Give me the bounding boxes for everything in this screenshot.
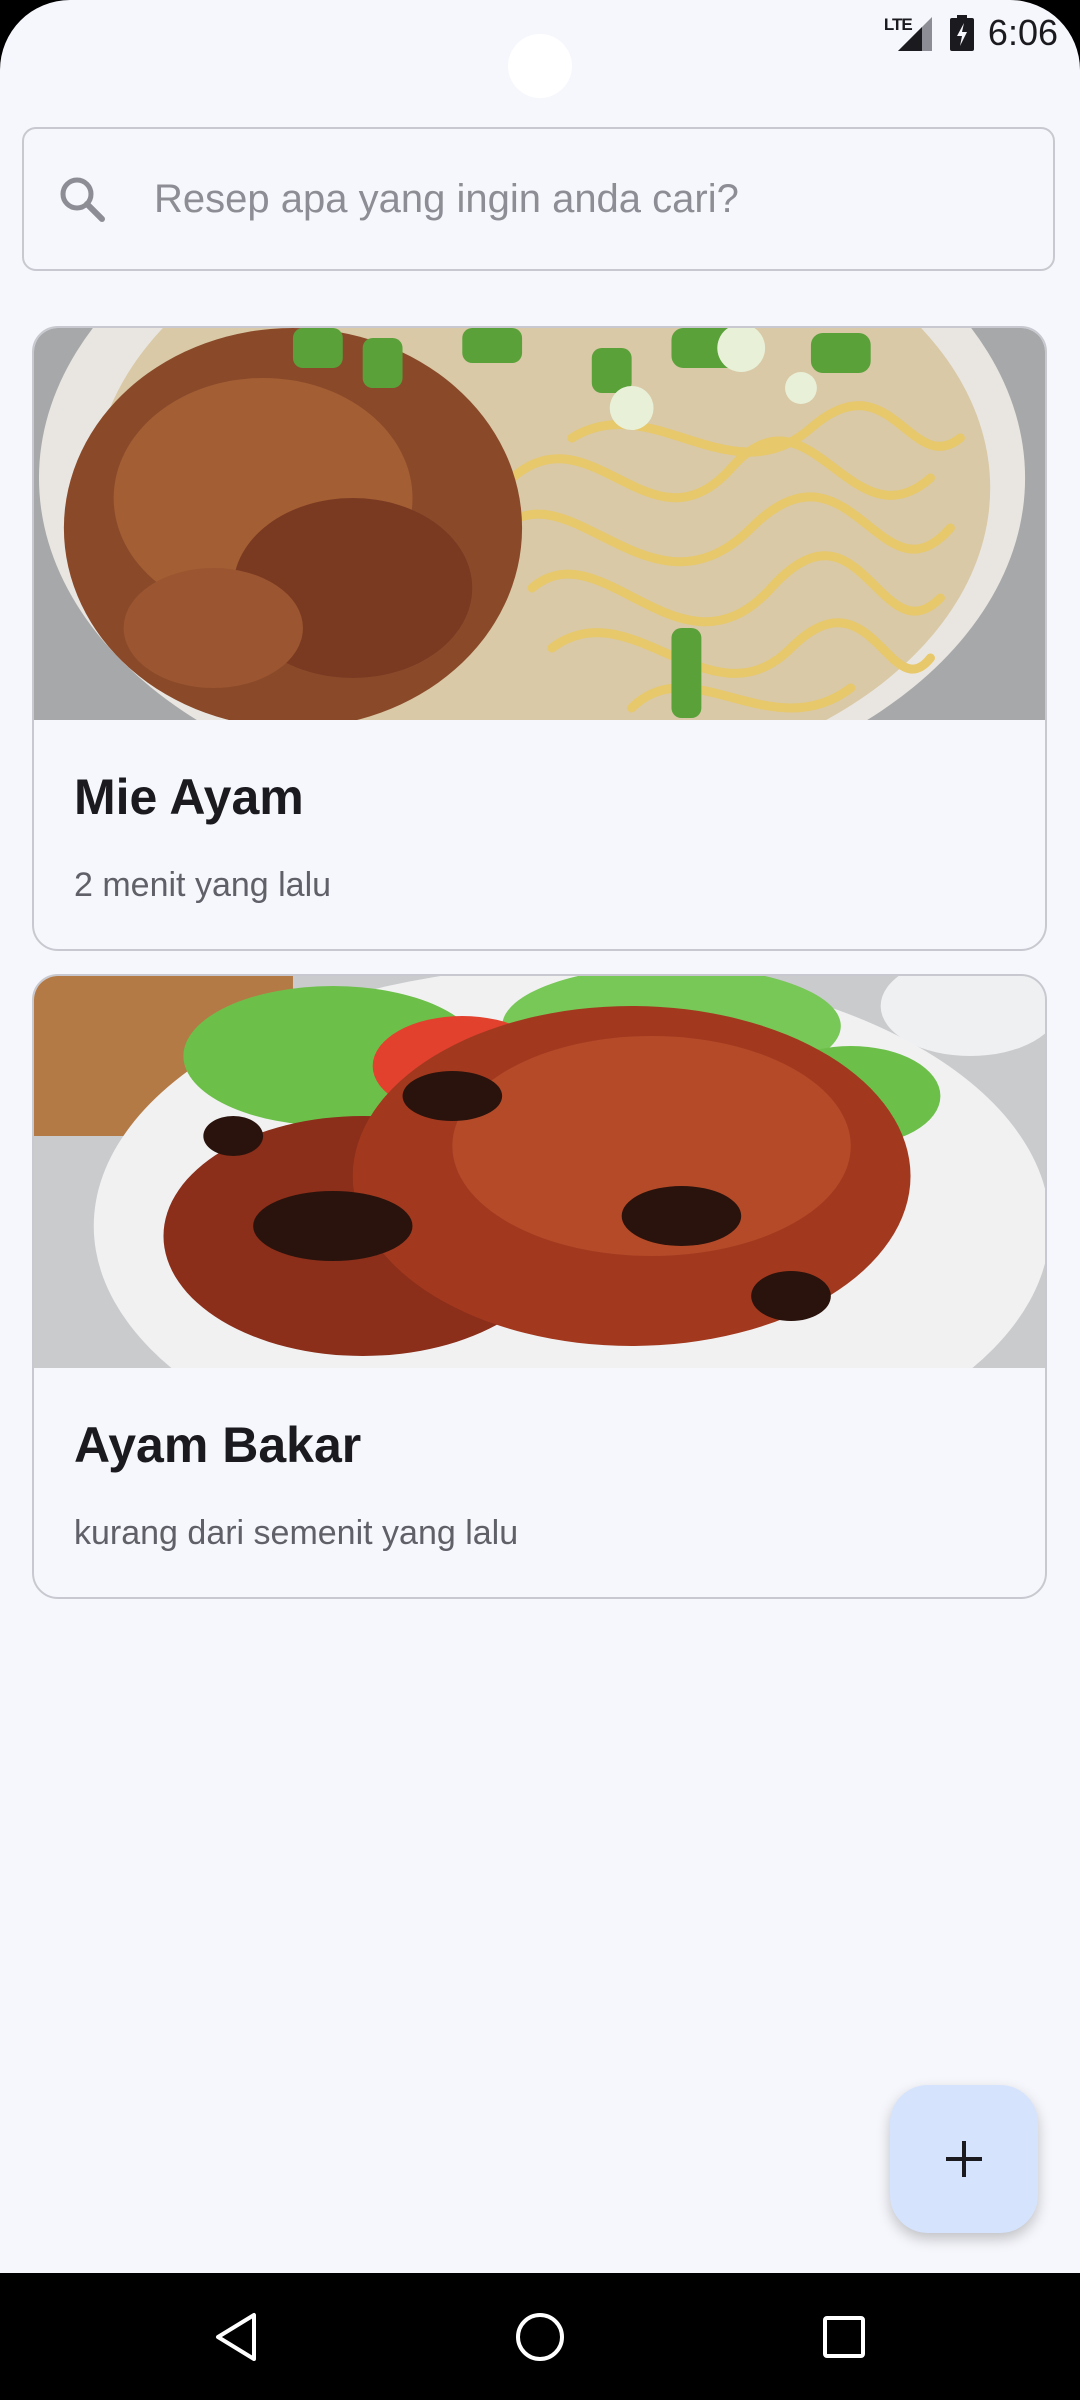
search-icon[interactable] [56,173,108,225]
ayam-bakar-photo [34,976,1045,1368]
recipe-card-mie-ayam[interactable]: Mie Ayam 2 menit yang lalu [32,326,1047,951]
recents-square-icon [823,2315,865,2358]
mie-ayam-photo [34,328,1045,720]
status-clock: 6:06 [987,12,1058,53]
home-button[interactable] [480,2273,600,2400]
camera-cutout [508,34,572,98]
search-bar[interactable] [22,127,1055,271]
home-circle-icon [516,2312,564,2361]
back-button[interactable] [176,2273,296,2400]
back-triangle-icon [216,2312,256,2361]
battery-charging-icon [949,15,974,51]
status-bar: LTE 6:06 [0,0,1080,98]
search-input[interactable] [154,176,974,222]
cellular-signal-icon: LTE [884,13,936,53]
recents-button[interactable] [784,2273,904,2400]
recipe-card-ayam-bakar[interactable]: Ayam Bakar kurang dari semenit yang lalu [32,974,1047,1599]
recipe-timestamp: kurang dari semenit yang lalu [74,1514,519,1552]
recipe-title: Ayam Bakar [74,1417,362,1473]
system-navigation-bar [0,2273,1080,2400]
plus-icon [946,2141,982,2177]
recipe-title: Mie Ayam [74,769,304,825]
app-screen: LTE 6:06 Resep apa yang ingin anda cari?… [0,0,1080,2400]
status-icons: LTE 6:06 [884,8,1058,58]
add-recipe-button[interactable] [890,2085,1038,2233]
recipe-timestamp: 2 menit yang lalu [74,866,332,904]
